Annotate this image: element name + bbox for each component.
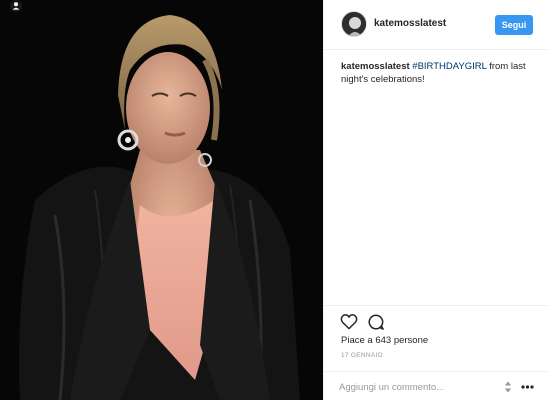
avatar[interactable] (341, 11, 367, 37)
comment-bar (324, 371, 548, 400)
user-tag-icon[interactable] (10, 0, 22, 12)
avatar-image (342, 12, 366, 36)
post-side-panel: katemosslatest Segui katemosslatest #BIR… (323, 0, 548, 400)
username[interactable]: katemosslatest (374, 18, 446, 29)
follow-button[interactable]: Segui (495, 15, 533, 35)
comment-bubble-icon[interactable] (367, 313, 385, 331)
caption-username[interactable]: katemosslatest (341, 61, 410, 72)
caption-hashtag[interactable]: #BIRTHDAYGIRL (412, 61, 486, 72)
post-caption: katemosslatest #BIRTHDAYGIRL from last n… (341, 60, 537, 86)
likes-count[interactable]: Piace a 643 persone (341, 335, 428, 346)
post-photo[interactable] (0, 0, 323, 400)
resize-arrows-icon[interactable] (504, 381, 512, 393)
post-actions: Piace a 643 persone 17 GENNAIO (324, 305, 548, 400)
post-header: katemosslatest Segui (324, 0, 548, 50)
more-options-icon[interactable] (521, 385, 534, 389)
heart-icon[interactable] (340, 313, 358, 330)
post-date: 17 GENNAIO (341, 352, 384, 359)
photo-image (0, 0, 323, 400)
comment-input[interactable] (339, 380, 499, 394)
